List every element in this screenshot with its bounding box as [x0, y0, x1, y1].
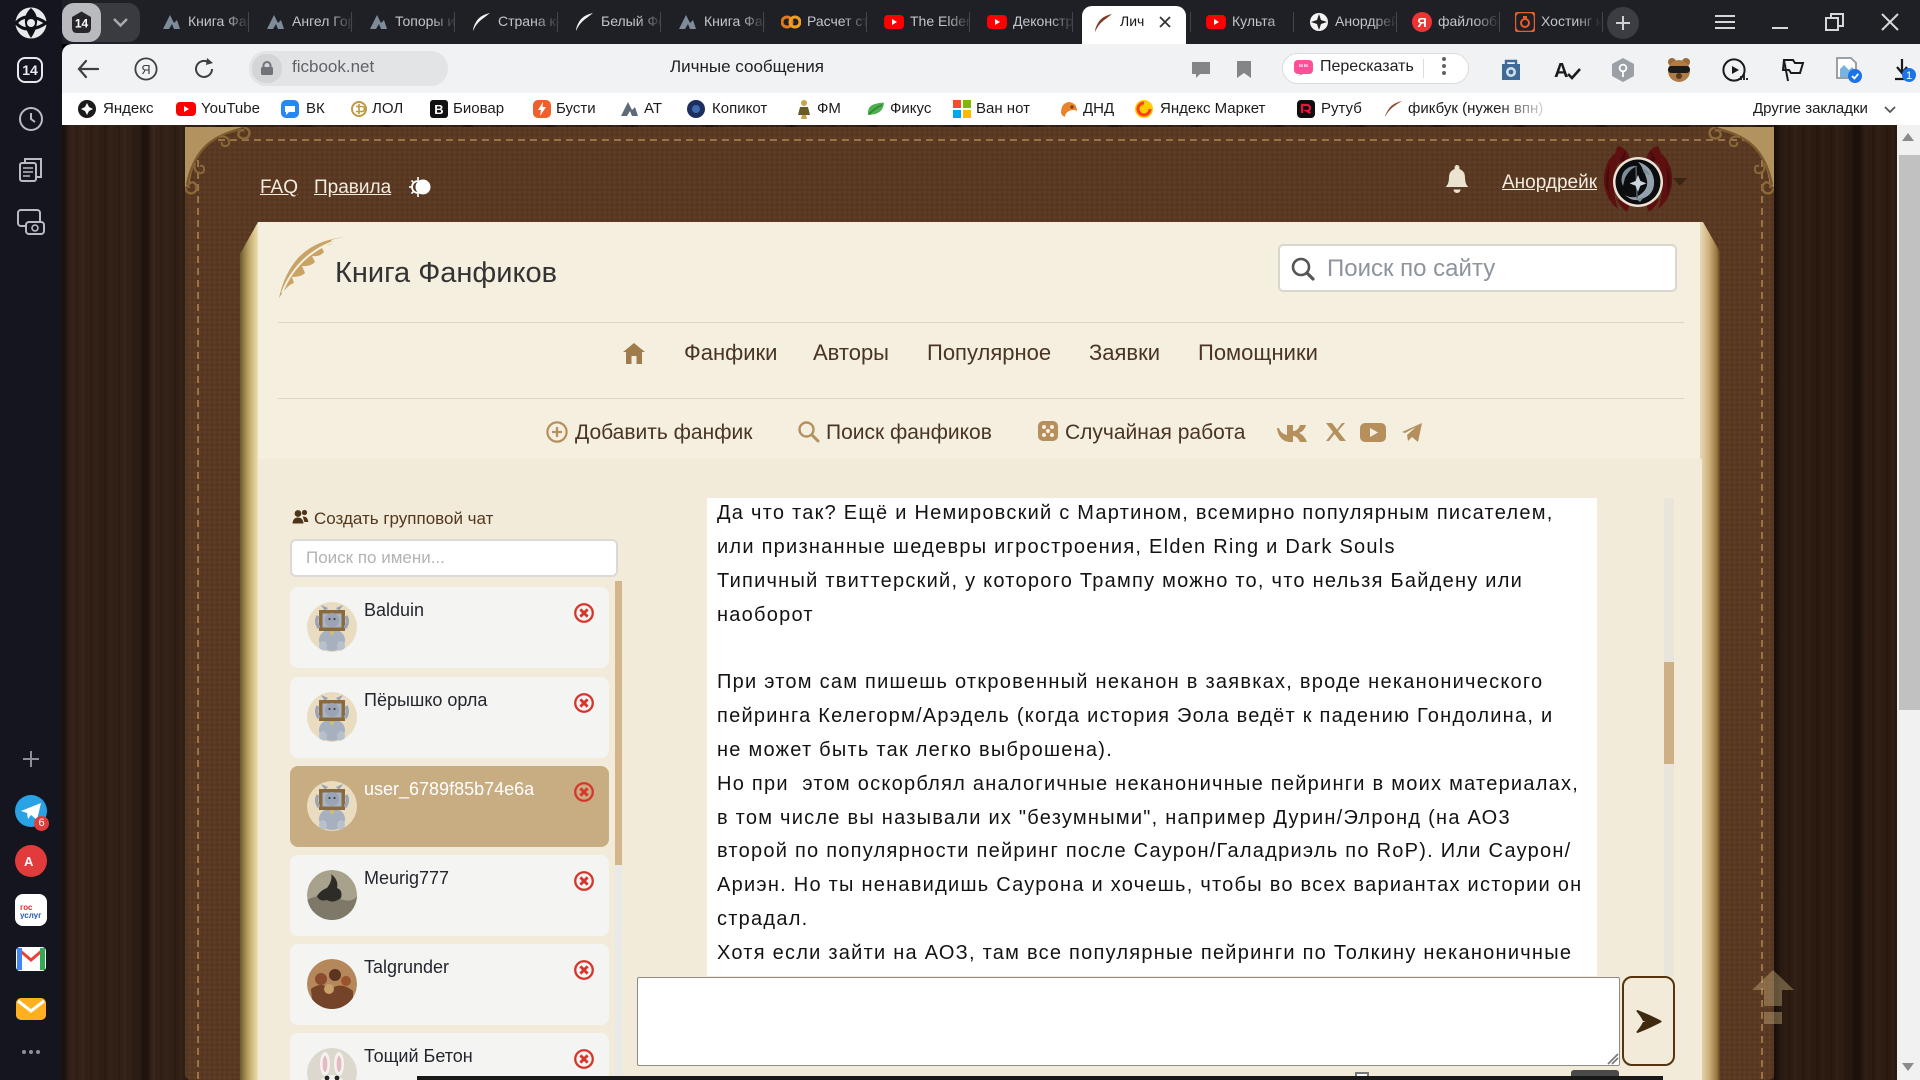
svg-text:Я: Я — [141, 62, 150, 77]
svg-text:1: 1 — [1906, 70, 1912, 82]
svg-text:A: A — [1554, 60, 1568, 82]
svg-text:A: A — [24, 854, 34, 869]
svg-text:B: B — [434, 102, 443, 117]
svg-text:Я: Я — [1417, 15, 1426, 30]
svg-text:услуги: услуги — [20, 911, 42, 919]
svg-text:““: ““ — [1299, 63, 1309, 74]
svg-text:14: 14 — [75, 17, 89, 31]
